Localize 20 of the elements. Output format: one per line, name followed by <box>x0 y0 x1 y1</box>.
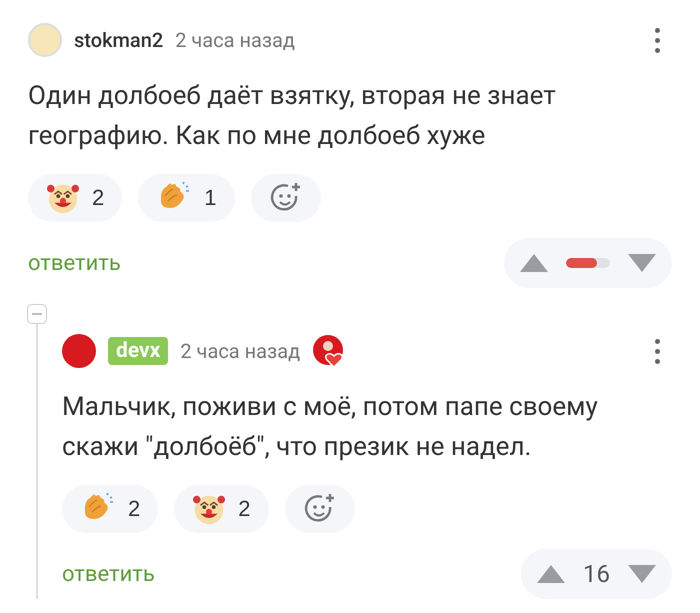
user-avatar[interactable] <box>62 334 96 368</box>
add-reaction-button[interactable] <box>284 485 354 533</box>
rating-count: 16 <box>583 560 610 588</box>
reaction-button[interactable]: 1 <box>138 174 234 222</box>
add-reaction-button[interactable] <box>250 174 320 222</box>
reaction-button[interactable]: 2 <box>62 485 158 533</box>
comment-time: 2 часа назад <box>180 339 300 363</box>
username[interactable]: stokman2 <box>74 28 164 52</box>
reaction-button[interactable]: 2 <box>174 485 268 533</box>
comment-time: 2 часа назад <box>175 28 295 52</box>
rating-meter <box>566 258 610 268</box>
upvote-icon[interactable] <box>535 563 568 585</box>
upvote-icon[interactable] <box>518 252 550 274</box>
comment-text: Мальчик, поживи с моё, потом папе своему скажи "долбоёб", что презик не надел. <box>62 391 599 464</box>
more-options-icon[interactable] <box>655 338 660 364</box>
comment-text: Один долбоеб даёт взятку, вторая не знает географию. Как по мне долбоеб хуже <box>28 80 557 153</box>
more-options-icon[interactable] <box>655 28 660 52</box>
reaction-button[interactable]: 2 <box>28 174 122 222</box>
downvote-icon[interactable] <box>626 563 658 585</box>
downvote-icon[interactable] <box>626 252 658 274</box>
